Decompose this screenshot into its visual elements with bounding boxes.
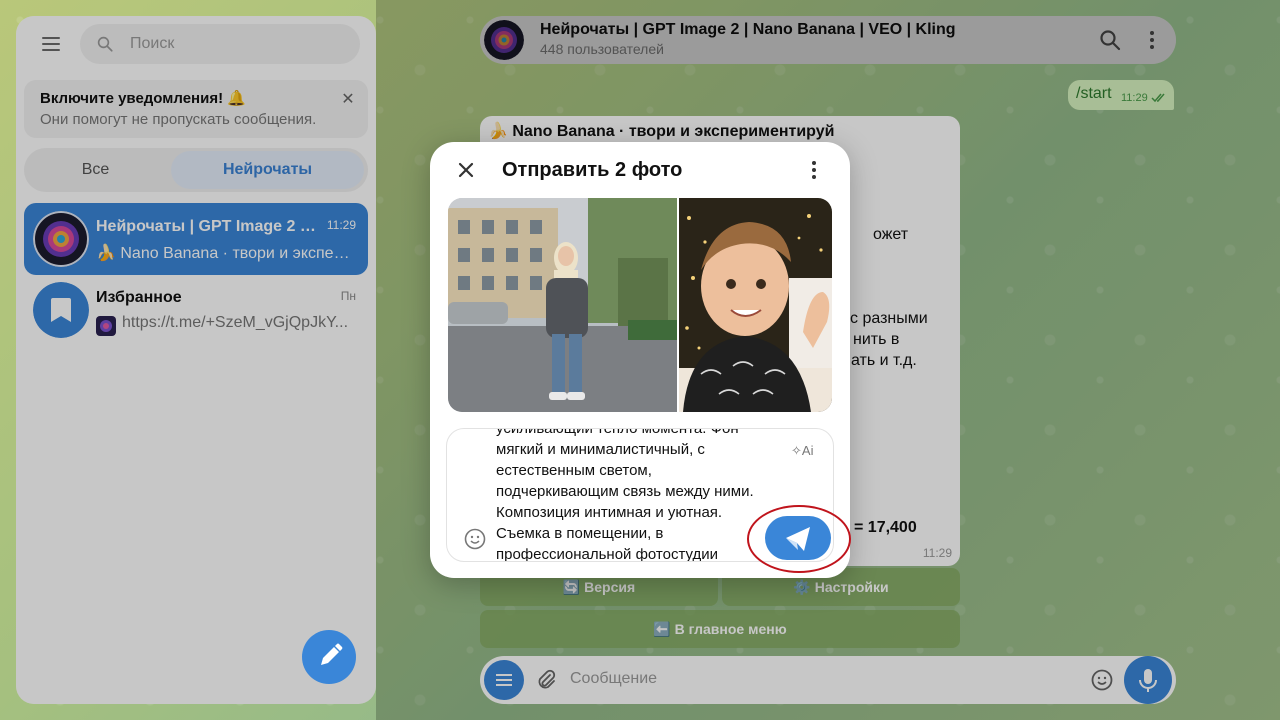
chat-header[interactable]: Нейрочаты | GPT Image 2 | Nano Banana | … — [480, 16, 1176, 64]
message-text-fragment: нить в — [853, 331, 900, 348]
chat-list-panel: Поиск Включите уведомления! 🔔 Они помогу… — [16, 16, 376, 704]
ai-label: Ai — [801, 443, 814, 458]
tab-neurochats[interactable]: Нейрочаты — [171, 151, 364, 189]
folder-tabs: Все Нейрочаты — [24, 148, 368, 192]
pencil-icon — [321, 643, 343, 665]
emoji-icon[interactable] — [1090, 668, 1114, 692]
message-title: 🍌 Nano Banana · твори и экспериментируй — [488, 123, 835, 140]
chat-preview: https://t.me/+SzeM_vGjQpJkY... — [122, 314, 349, 331]
photo-preview-group — [448, 198, 832, 412]
message-placeholder[interactable]: Сообщение — [570, 670, 657, 688]
message-text-fragment: с разными — [850, 310, 928, 327]
saved-messages-icon — [33, 282, 89, 338]
main-menu-button[interactable]: ⬅️ В главное меню — [480, 610, 960, 648]
member-count: 448 пользователей — [540, 41, 664, 57]
tab-all[interactable]: Все — [28, 151, 163, 189]
chat-item-saved-messages[interactable]: Избранное Пн https://t.me/+SzeM_vGjQpJkY… — [24, 274, 368, 346]
send-button-highlight — [747, 505, 851, 573]
link-preview-icon — [96, 316, 116, 336]
message-composer[interactable]: Сообщение — [480, 656, 1176, 704]
message-text-fragment: = 17,400 — [854, 519, 917, 536]
new-message-button[interactable] — [302, 630, 356, 684]
caption-scroll-area: усиливающий тепло момента. Фон мягкий и … — [496, 429, 754, 562]
more-vertical-icon[interactable] — [1140, 28, 1164, 52]
voice-message-button[interactable] — [1124, 656, 1172, 704]
notification-title: Включите уведомления! 🔔 — [40, 90, 246, 107]
close-icon[interactable]: ✕ — [338, 90, 358, 110]
search-field[interactable]: Поиск — [80, 24, 360, 64]
attach-icon[interactable] — [534, 668, 558, 692]
sidebar-topbar: Поиск — [16, 16, 376, 72]
more-vertical-icon[interactable] — [802, 158, 826, 182]
hamburger-menu-icon[interactable] — [34, 30, 70, 58]
chat-title: Нейрочаты | GPT Image 2 | Nano Banana | … — [540, 21, 956, 38]
search-placeholder: Поиск — [130, 35, 175, 52]
ai-rewrite-icon[interactable]: ✧Ai — [791, 443, 813, 459]
chat-item-neurochats[interactable]: Нейрочаты | GPT Image 2 | Nano Banana | … — [24, 203, 368, 275]
outgoing-message[interactable]: /start 11:29 — [1068, 80, 1174, 110]
photo-child-portrait[interactable] — [679, 198, 832, 412]
bot-menu-button[interactable] — [484, 660, 524, 700]
notification-banner[interactable]: Включите уведомления! 🔔 Они помогут не п… — [24, 80, 368, 138]
message-time: 11:29 — [1121, 92, 1148, 104]
search-icon — [97, 36, 113, 52]
chat-avatar — [33, 211, 89, 267]
message-text-fragment: ать и т.д. — [851, 352, 917, 369]
search-icon[interactable] — [1098, 28, 1122, 52]
dialog-title: Отправить 2 фото — [502, 159, 683, 181]
emoji-icon[interactable] — [463, 527, 487, 551]
chat-name: Избранное — [96, 289, 182, 306]
photo-woman-street[interactable] — [448, 198, 677, 412]
caption-text: усиливающий тепло момента. Фон мягкий и … — [496, 429, 754, 562]
notification-subtitle: Они помогут не пропускать сообщения. — [40, 111, 317, 128]
chat-preview: 🍌 Nano Banana · твори и экспериментируй — [96, 245, 358, 262]
chat-name: Нейрочаты | GPT Image 2 | Nano Banana | … — [96, 218, 316, 235]
message-text-fragment: ожет — [873, 226, 909, 243]
message-text: /start — [1076, 85, 1112, 102]
menu-icon — [496, 674, 512, 686]
chat-time: Пн — [340, 289, 356, 303]
close-icon[interactable] — [452, 156, 480, 184]
double-check-icon — [1151, 93, 1165, 103]
chat-avatar[interactable] — [484, 20, 524, 60]
chat-time: 11:29 — [326, 218, 356, 232]
message-time: 11:29 — [922, 546, 952, 560]
microphone-icon — [1139, 669, 1157, 692]
